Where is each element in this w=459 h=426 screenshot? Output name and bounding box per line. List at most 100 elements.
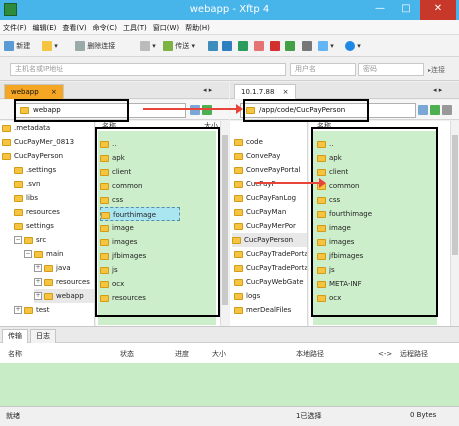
tree-item-selected[interactable]: CucPayPerson (232, 233, 307, 247)
menu-help[interactable]: 帮助(H) (182, 20, 213, 33)
col-name[interactable]: 名称 (8, 349, 22, 360)
xshell-button[interactable] (270, 39, 280, 53)
tree-item[interactable]: CucPayMerPor (234, 219, 296, 233)
tree-item[interactable]: − src (14, 233, 46, 247)
tree-item[interactable]: CucPayTradePortal (234, 261, 307, 275)
tree-item[interactable]: ConvePay (234, 149, 280, 163)
tab-transfers[interactable]: 传输 (2, 329, 28, 343)
tree-item[interactable]: CucPayFanLog (234, 191, 296, 205)
tree-item[interactable]: settings (14, 219, 54, 233)
right-path-buttons[interactable] (418, 103, 453, 117)
tree-item[interactable]: .settings (14, 163, 56, 177)
disconnect-button[interactable]: 删除连接 (75, 39, 115, 53)
left-folder-tree: .metadata CucPayMer_0813 CucPayPerson .s… (0, 121, 95, 326)
settings-button[interactable] (302, 39, 312, 53)
tree-item[interactable]: merDealFiles (234, 303, 291, 317)
properties-button[interactable]: ▾ (140, 39, 156, 53)
scrollbar-thumb[interactable] (222, 135, 228, 305)
tree-item[interactable]: libs (14, 191, 38, 205)
tree-item[interactable]: CucPayF (234, 177, 276, 191)
help-button[interactable]: ▾ (345, 39, 361, 53)
close-button[interactable]: ✕ (420, 0, 456, 20)
tree-item[interactable]: + test (14, 303, 49, 317)
tree-item[interactable]: CucPayPerson (2, 149, 63, 163)
scrollbar-thumb[interactable] (452, 135, 458, 255)
collapse-icon[interactable]: − (14, 236, 22, 244)
tree-item[interactable]: − main (24, 247, 64, 261)
menu-window[interactable]: 窗口(W) (150, 20, 182, 33)
tab-local-webapp[interactable]: webapp × (4, 84, 64, 99)
connect-button[interactable]: ▸连接 (428, 63, 445, 77)
tab-close-icon[interactable]: × (283, 88, 289, 96)
download-button[interactable] (254, 39, 264, 53)
disconnect-icon (75, 41, 85, 51)
col-direction[interactable]: <-> (378, 349, 392, 360)
tree-item[interactable]: .svn (14, 177, 40, 191)
folder-icon (14, 208, 23, 216)
col-remote-path[interactable]: 远程路径 (400, 349, 428, 360)
right-list-scrollbar[interactable] (450, 121, 459, 326)
host-input[interactable]: 主机名或IP地址 (10, 63, 286, 76)
left-path-buttons[interactable] (190, 103, 213, 117)
tree-item[interactable]: ConvePayPortal (234, 163, 301, 177)
password-input[interactable]: 密码 (358, 63, 424, 76)
refresh-button[interactable] (238, 39, 248, 53)
bookmark-button[interactable] (285, 39, 295, 53)
tree-item[interactable]: .metadata (2, 121, 50, 135)
tree-item[interactable]: + java (34, 261, 71, 275)
tree-item[interactable]: resources (14, 205, 60, 219)
red-arrow-files (255, 178, 326, 188)
new-session-icon (4, 41, 14, 51)
expand-icon[interactable]: + (34, 264, 42, 272)
tree-item[interactable]: CucPayWebGate (234, 275, 304, 289)
col-status[interactable]: 状态 (120, 349, 134, 360)
menu-file[interactable]: 文件(F) (0, 20, 30, 33)
layout-button[interactable]: ▾ (318, 39, 334, 53)
transfer-button[interactable]: 传送 ▾ (163, 39, 195, 53)
collapse-icon[interactable]: − (24, 250, 32, 258)
folder-icon (234, 208, 243, 216)
left-tab-nav[interactable]: ◂ ▸ (203, 83, 212, 97)
expand-icon[interactable]: + (34, 292, 42, 300)
tree-item[interactable]: CucPayMer_0813 (2, 135, 74, 149)
tree-item-selected[interactable]: + webapp (34, 289, 94, 303)
tree-item[interactable]: + resources (34, 275, 90, 289)
tree-item[interactable]: code (234, 135, 263, 149)
sync-button[interactable] (222, 39, 232, 53)
expand-icon[interactable]: + (14, 306, 22, 314)
tab-close-icon[interactable]: × (51, 88, 57, 96)
transfer-panel: 传输 日志 名称 状态 进度 大小 本地路径 <-> 远程路径 (0, 326, 459, 407)
tab-log[interactable]: 日志 (30, 329, 56, 343)
open-button[interactable]: ▾ (42, 39, 58, 53)
col-local-path[interactable]: 本地路径 (296, 349, 324, 360)
username-input[interactable]: 用户名 (290, 63, 356, 76)
tree-item[interactable]: CucPayMan (234, 205, 286, 219)
view-icon (442, 105, 453, 115)
bookmark-icon (285, 41, 295, 51)
help-icon (345, 41, 355, 51)
menu-tools[interactable]: 工具(T) (120, 20, 150, 33)
minimize-button[interactable]: — (367, 0, 393, 20)
refresh-icon (202, 105, 213, 115)
status-selection: 1已选择 (296, 412, 322, 420)
sync-icon (222, 41, 232, 51)
upload-button[interactable] (208, 39, 218, 53)
new-button[interactable]: 新建 (4, 39, 30, 53)
col-size[interactable]: 大小 (212, 349, 226, 360)
menu-command[interactable]: 命令(C) (90, 20, 120, 33)
menu-view[interactable]: 查看(V) (59, 20, 89, 33)
maximize-button[interactable]: □ (393, 0, 419, 20)
title-bar: webapp - Xftp 4 — □ ✕ (0, 0, 459, 20)
menu-edit[interactable]: 编辑(E) (30, 20, 60, 33)
gear-icon (302, 41, 312, 51)
col-progress[interactable]: 进度 (175, 349, 189, 360)
tab-remote-host[interactable]: 10.1.7.88 × (234, 84, 296, 99)
tree-item[interactable]: logs (234, 289, 260, 303)
properties-icon (140, 41, 150, 51)
expand-icon[interactable]: + (34, 278, 42, 286)
annotation-box-right-files (311, 127, 438, 317)
layout-icon (318, 41, 328, 51)
tree-item[interactable]: CucPayTradePortal (234, 247, 307, 261)
right-tab-nav[interactable]: ◂ ▸ (433, 83, 442, 97)
left-list-scrollbar[interactable] (220, 121, 229, 326)
